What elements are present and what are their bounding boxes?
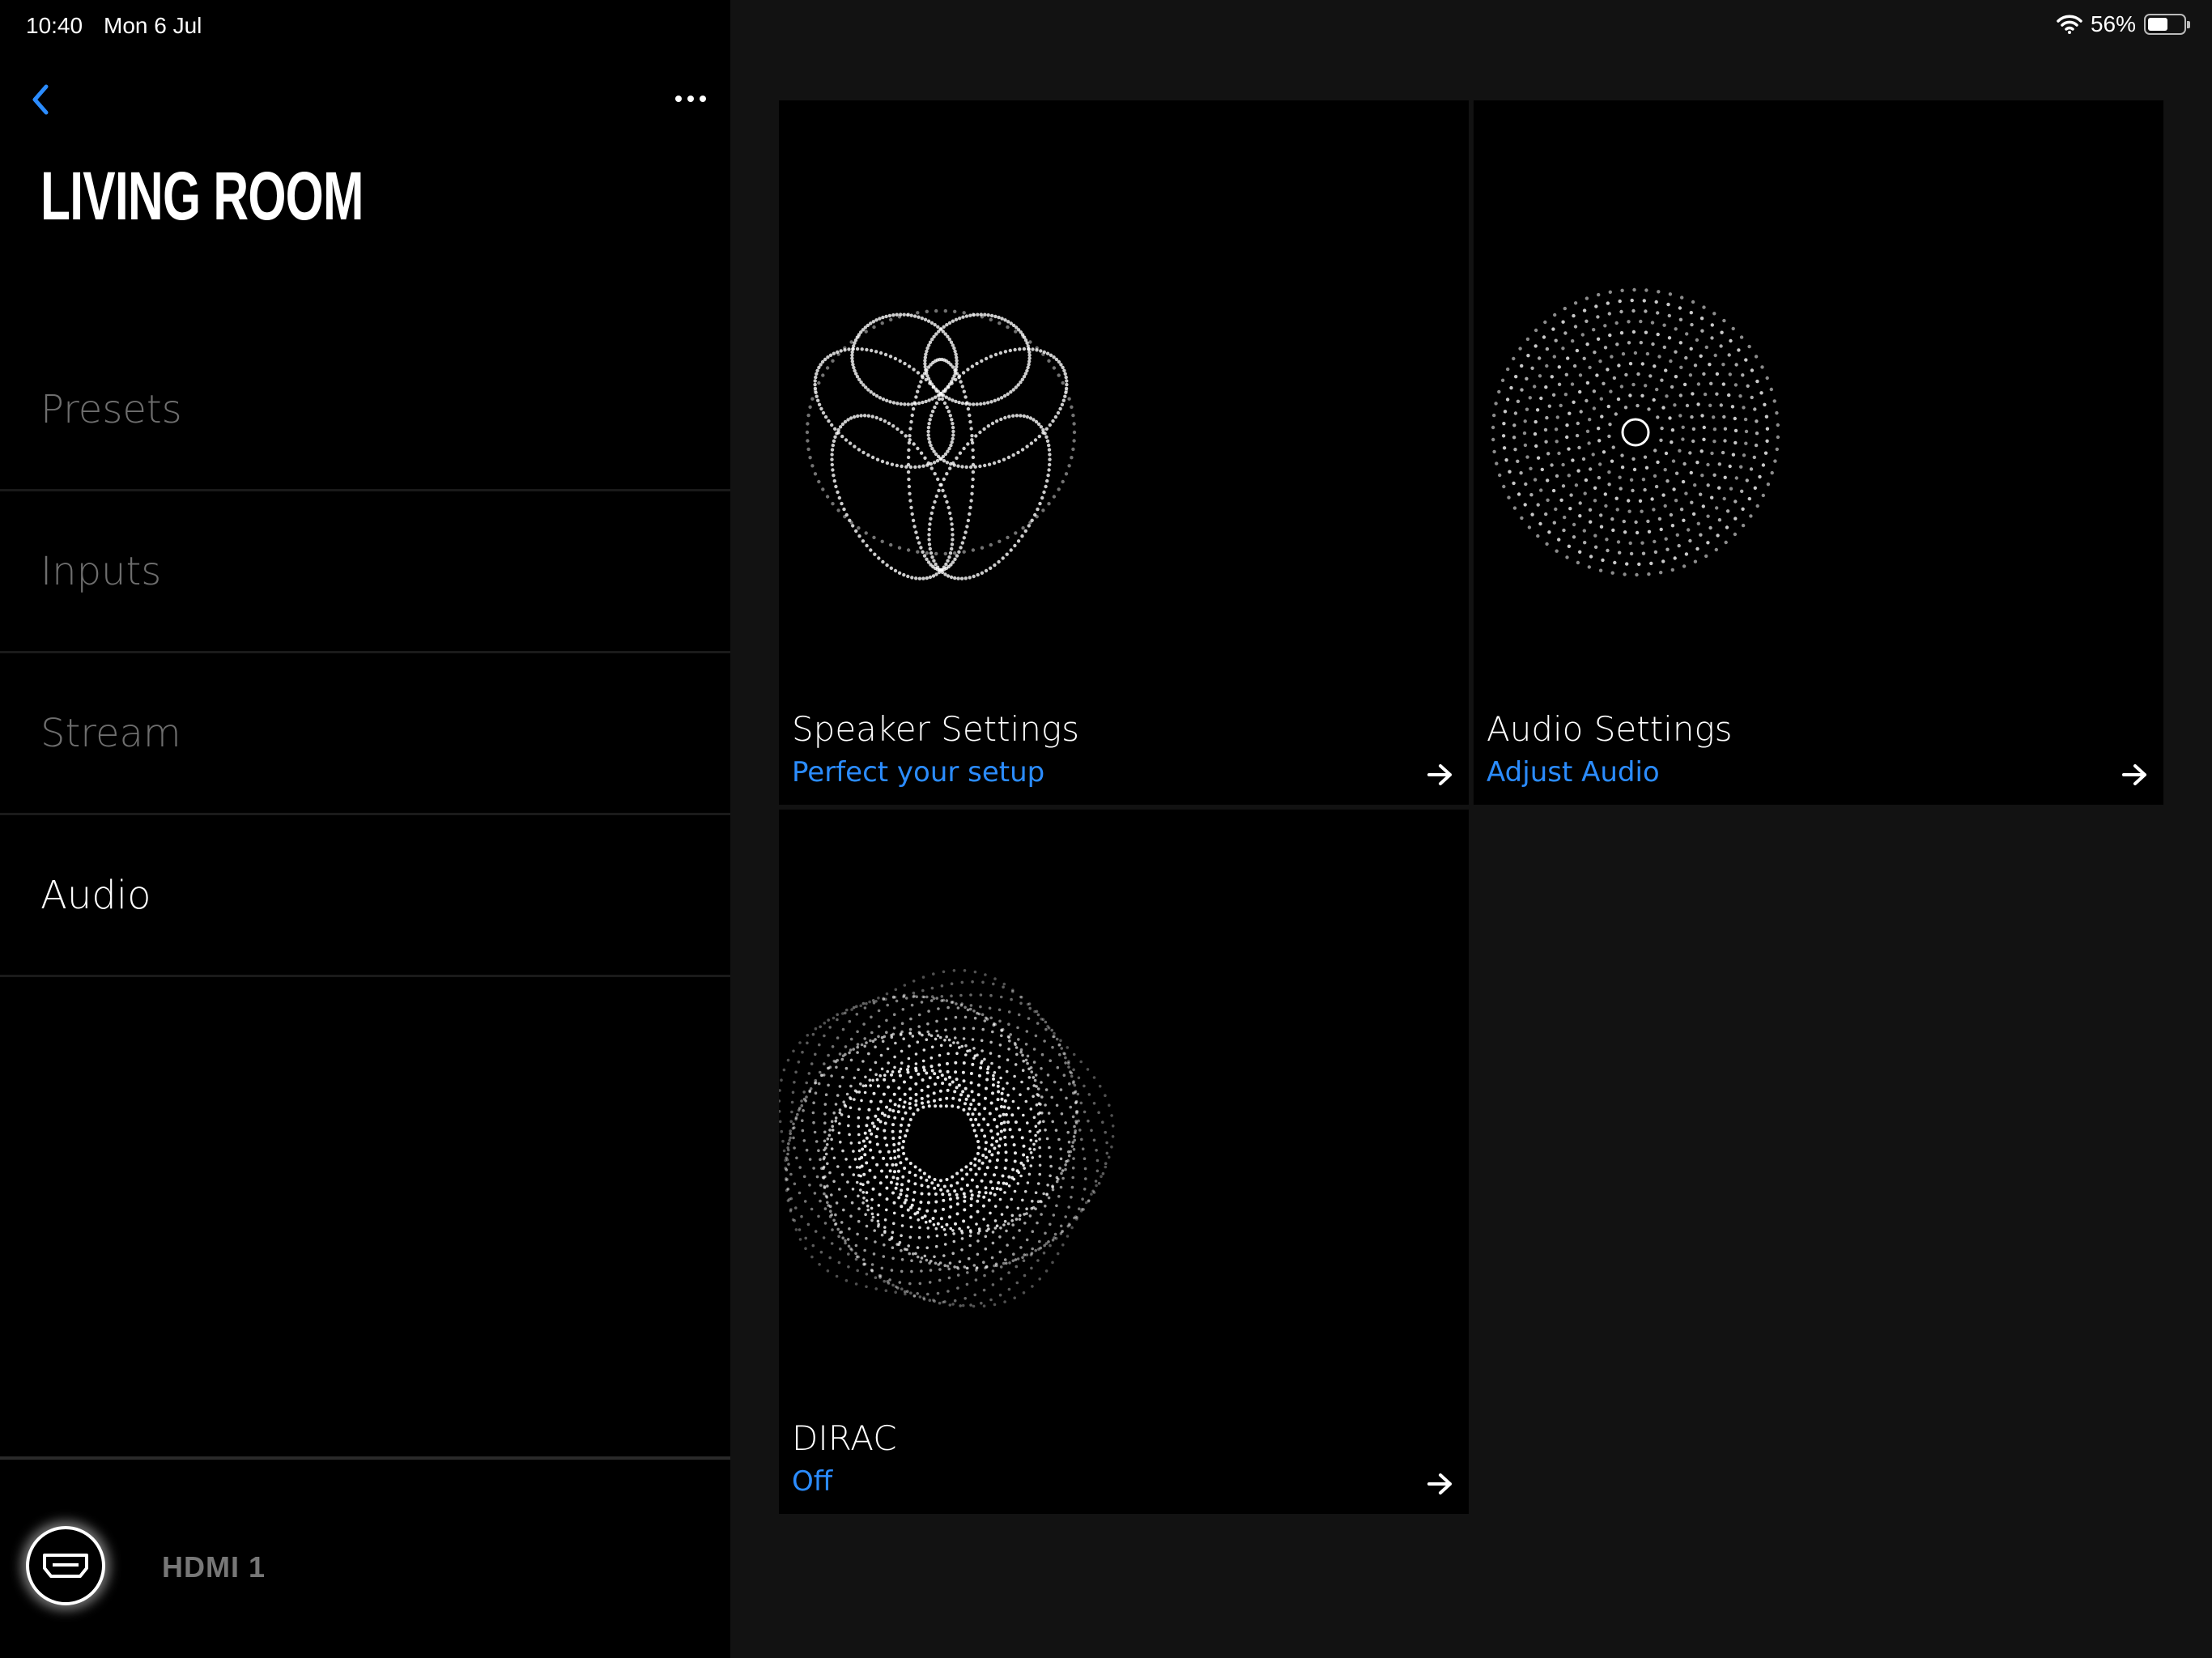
sidebar-item-inputs[interactable]: Inputs [0,491,730,653]
source-label: HDMI 1 [162,1550,266,1584]
status-time: 10:40 [26,13,83,38]
card-title: DIRAC [792,1418,897,1458]
status-bar: 10:40 Mon 6 Jul 56% [0,0,2212,52]
back-button[interactable] [23,79,58,120]
arrow-right-icon [1427,1473,1452,1494]
card-subtitle: Adjust Audio [1487,756,1660,789]
sidebar-nav: Presets Inputs Stream Audio [0,329,730,977]
sidebar-item-stream[interactable]: Stream [0,653,730,815]
arrow-right-icon [2122,764,2146,785]
status-date: Mon 6 Jul [104,13,202,38]
dirac-card[interactable]: DIRAC Off [779,810,1469,1514]
now-playing-bar: HDMI 1 [0,1456,730,1658]
card-title: Audio Settings [1487,709,1733,749]
hdmi-icon [43,1554,88,1578]
more-dot [700,96,706,102]
status-right: 56% [2057,11,2190,37]
sidebar-item-presets[interactable]: Presets [0,329,730,491]
card-subtitle: Perfect your setup [792,756,1045,789]
speaker-pattern-graphic [805,308,1077,580]
speaker-settings-card[interactable]: Speaker Settings Perfect your setup [779,100,1469,805]
battery-fill [2148,18,2167,31]
battery-icon [2144,14,2190,35]
wifi-icon [2057,15,2082,34]
source-button[interactable] [26,1526,105,1605]
card-subtitle: Off [792,1465,833,1498]
audio-settings-card[interactable]: Audio Settings Adjust Audio [1474,100,2163,805]
card-title: Speaker Settings [792,709,1079,749]
more-dot [687,96,694,102]
audio-pattern-graphic [1491,287,1780,577]
sidebar-item-audio[interactable]: Audio [0,815,730,977]
battery-percent: 56% [2090,11,2136,36]
arrow-right-icon [1427,764,1452,785]
more-options-button[interactable] [667,84,714,113]
page-title: LIVING ROOM [40,158,364,234]
sidebar: LIVING ROOM Presets Inputs Stream Audio … [0,0,730,1658]
dirac-pattern-graphic [779,969,1115,1308]
chevron-left-icon [32,84,49,115]
more-dots-icon [675,96,682,102]
